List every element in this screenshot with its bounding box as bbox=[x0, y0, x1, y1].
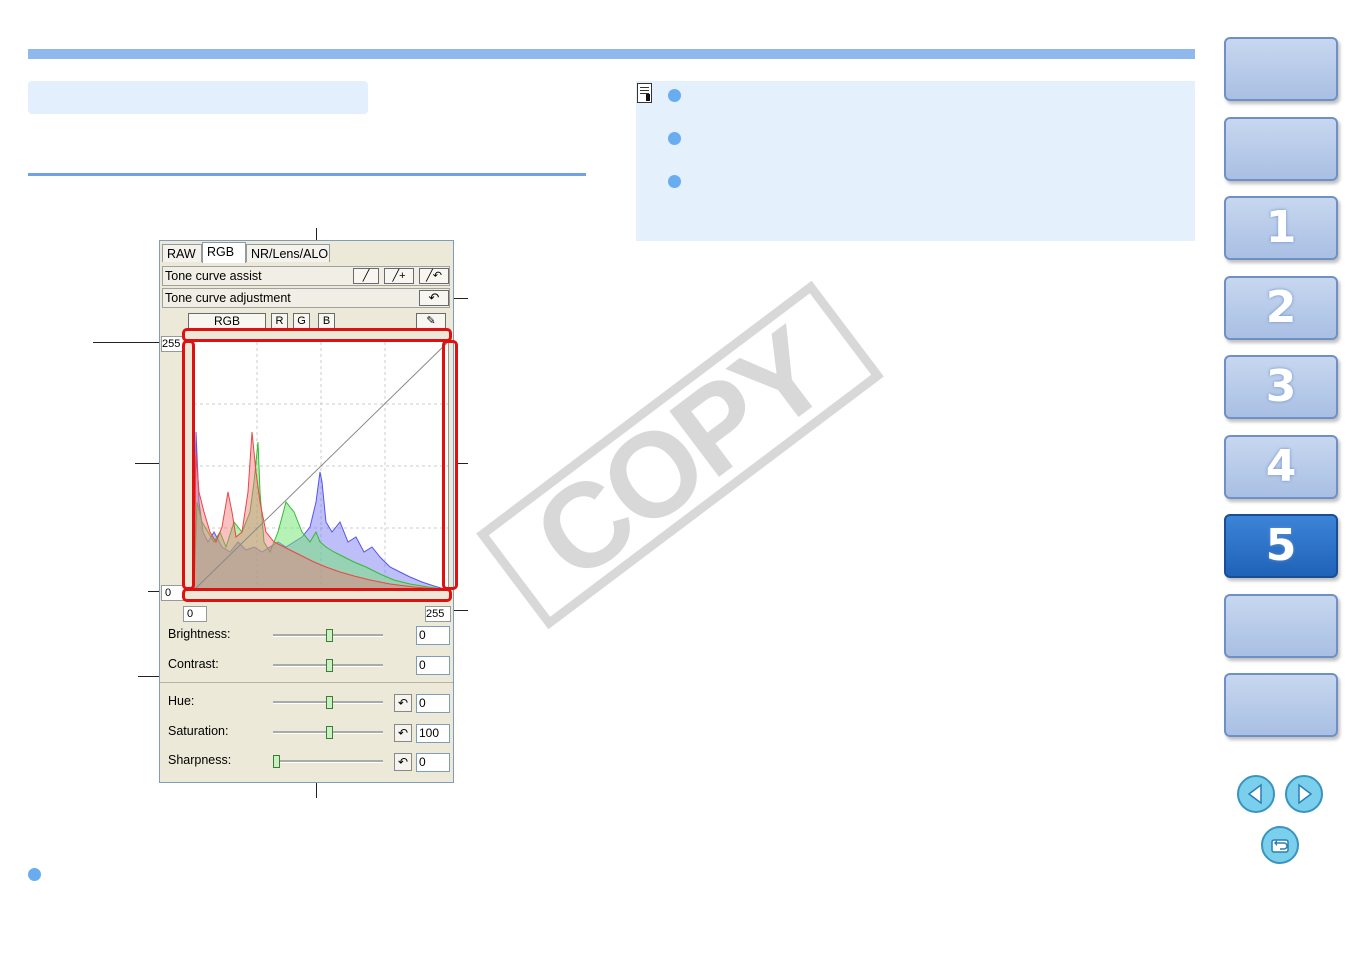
nav-chapter-4[interactable]: 4 bbox=[1224, 435, 1338, 499]
brightness-value[interactable]: 0 bbox=[416, 626, 450, 645]
slider-thumb[interactable] bbox=[326, 659, 333, 672]
channel-b-button[interactable]: B bbox=[318, 313, 335, 329]
highlight-right bbox=[442, 340, 458, 590]
brightness-slider[interactable] bbox=[273, 629, 383, 642]
tone-assist-reset-button[interactable]: ╱↶ bbox=[419, 268, 449, 284]
bullet-dot bbox=[668, 89, 681, 102]
slider-thumb[interactable] bbox=[326, 629, 333, 642]
tone-assist-plus-button[interactable]: ╱+ bbox=[384, 268, 414, 284]
tone-curve-assist-row: Tone curve assist ╱ ╱+ ╱↶ bbox=[162, 266, 450, 286]
copy-watermark: COPY bbox=[476, 280, 884, 630]
tab-nr-lens-alo[interactable]: NR/Lens/ALO bbox=[246, 244, 330, 262]
highlight-left bbox=[182, 340, 195, 590]
slider-thumb[interactable] bbox=[326, 696, 333, 709]
reset-icon[interactable]: ↶ bbox=[394, 753, 412, 771]
next-page-icon[interactable] bbox=[1285, 775, 1323, 813]
section-heading-box bbox=[28, 81, 368, 114]
bullet-dot bbox=[668, 175, 681, 188]
leader-line bbox=[93, 342, 163, 343]
saturation-slider[interactable] bbox=[273, 726, 383, 739]
hue-value[interactable]: 0 bbox=[416, 694, 450, 713]
nav-chapter-1[interactable]: 1 bbox=[1224, 196, 1338, 260]
tool-palette: RAW RGB NR/Lens/ALO Tone curve assist ╱ … bbox=[159, 240, 454, 783]
channel-r-button[interactable]: R bbox=[271, 313, 288, 329]
sharpness-value[interactable]: 0 bbox=[416, 753, 450, 772]
bullet-dot bbox=[668, 132, 681, 145]
saturation-label: Saturation: bbox=[168, 724, 229, 738]
panel-divider bbox=[160, 682, 453, 683]
x-max-label: 255 bbox=[425, 606, 451, 622]
x-min-label: 0 bbox=[183, 606, 207, 622]
reset-icon[interactable]: ↶ bbox=[419, 290, 449, 306]
leader-line bbox=[452, 610, 468, 611]
tone-curve-adjustment-row: Tone curve adjustment ↶ bbox=[162, 288, 450, 308]
brightness-label: Brightness: bbox=[168, 627, 231, 641]
contrast-value[interactable]: 0 bbox=[416, 656, 450, 675]
hue-slider[interactable] bbox=[273, 696, 383, 709]
tab-raw[interactable]: RAW bbox=[162, 244, 202, 262]
nav-button[interactable] bbox=[1224, 117, 1338, 181]
slider-thumb[interactable] bbox=[273, 755, 280, 768]
tab-rgb[interactable]: RGB bbox=[202, 242, 246, 263]
highlight-bottom bbox=[182, 588, 452, 602]
saturation-value[interactable]: 100 bbox=[416, 724, 450, 743]
nav-chapter-5[interactable]: 5 bbox=[1224, 514, 1338, 578]
tone-assist-button[interactable]: ╱ bbox=[353, 268, 379, 284]
bullet-dot bbox=[28, 868, 41, 881]
nav-button[interactable] bbox=[1224, 673, 1338, 737]
channel-g-button[interactable]: G bbox=[293, 313, 310, 329]
return-icon[interactable] bbox=[1261, 826, 1299, 864]
contrast-label: Contrast: bbox=[168, 657, 219, 671]
nav-button[interactable] bbox=[1224, 37, 1338, 101]
nav-button[interactable] bbox=[1224, 594, 1338, 658]
header-bar bbox=[28, 49, 1195, 59]
nav-chapter-3[interactable]: 3 bbox=[1224, 355, 1338, 419]
histogram-svg bbox=[193, 341, 449, 591]
note-box bbox=[636, 81, 1195, 241]
tone-curve-assist-label: Tone curve assist bbox=[165, 269, 262, 283]
section-rule bbox=[28, 173, 586, 176]
reset-icon[interactable]: ↶ bbox=[394, 694, 412, 712]
eyedropper-icon[interactable]: ✎ bbox=[416, 313, 446, 329]
note-icon bbox=[637, 83, 652, 103]
tone-curve-adjustment-label: Tone curve adjustment bbox=[165, 291, 291, 305]
hue-label: Hue: bbox=[168, 694, 195, 708]
contrast-slider[interactable] bbox=[273, 659, 383, 672]
slider-thumb[interactable] bbox=[326, 726, 333, 739]
prev-page-icon[interactable] bbox=[1237, 775, 1275, 813]
reset-icon[interactable]: ↶ bbox=[394, 724, 412, 742]
nav-chapter-2[interactable]: 2 bbox=[1224, 276, 1338, 340]
sharpness-label: Sharpness: bbox=[168, 753, 232, 767]
highlight-top bbox=[182, 328, 452, 342]
tone-curve-graph[interactable] bbox=[193, 341, 449, 591]
sharpness-slider[interactable] bbox=[273, 755, 383, 768]
channel-rgb-button[interactable]: RGB bbox=[188, 313, 266, 329]
